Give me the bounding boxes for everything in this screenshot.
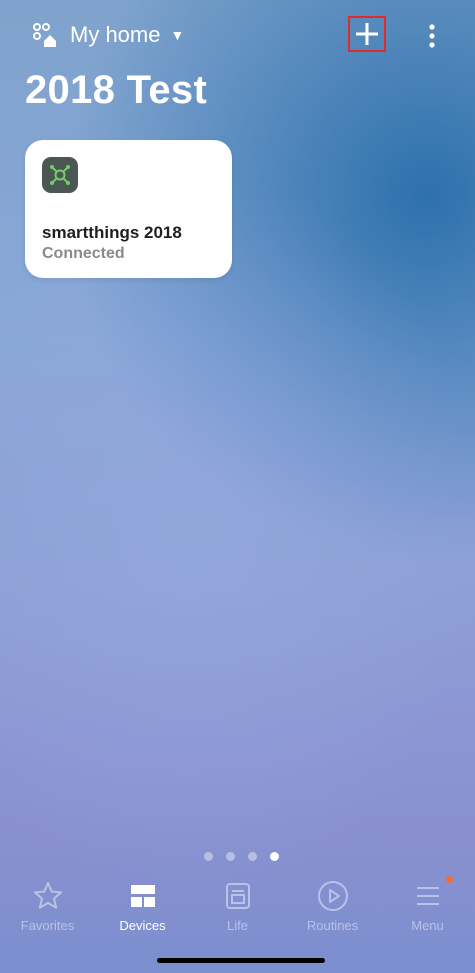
page-dot-active[interactable] <box>270 852 279 861</box>
device-icon-tile <box>42 157 78 193</box>
add-button[interactable] <box>348 16 386 52</box>
play-circle-icon <box>317 881 348 911</box>
home-name: My home <box>70 22 161 47</box>
page-dot[interactable] <box>204 852 213 861</box>
tab-routines[interactable]: Routines <box>285 878 380 938</box>
page-dot[interactable] <box>248 852 257 861</box>
tab-favorites[interactable]: Favorites <box>0 878 95 938</box>
tab-label: Menu <box>411 918 444 933</box>
home-indicator-bar <box>157 958 325 963</box>
page-dot[interactable] <box>226 852 235 861</box>
tab-life[interactable]: Life <box>190 878 285 938</box>
home-selector[interactable]: My home ▼ <box>32 22 184 48</box>
tab-label: Life <box>227 918 248 933</box>
hub-icon <box>50 165 70 185</box>
device-name: smartthings 2018 <box>42 223 182 242</box>
page-title: 2018 Test <box>25 68 208 112</box>
menu-icon <box>416 887 439 905</box>
more-options-button[interactable] <box>420 20 444 52</box>
more-vertical-icon <box>429 24 435 48</box>
tab-devices[interactable]: Devices <box>95 878 190 938</box>
tab-label: Devices <box>119 918 166 933</box>
tab-menu[interactable]: Menu <box>380 876 475 938</box>
star-icon <box>33 882 62 909</box>
dropdown-caret-icon: ▼ <box>170 27 185 43</box>
tab-label: Routines <box>306 918 359 933</box>
notification-badge <box>446 876 453 883</box>
plus-icon <box>356 23 378 45</box>
device-card[interactable]: smartthings 2018 Connected <box>25 140 232 278</box>
tab-label: Favorites <box>20 918 75 933</box>
home-grid-icon <box>33 23 56 47</box>
life-icon <box>225 883 250 909</box>
bottom-tab-bar: Favorites Devices Life Routines Menu <box>0 876 475 938</box>
devices-icon <box>130 885 155 907</box>
page-indicator <box>204 852 279 861</box>
device-status: Connected <box>42 245 125 262</box>
